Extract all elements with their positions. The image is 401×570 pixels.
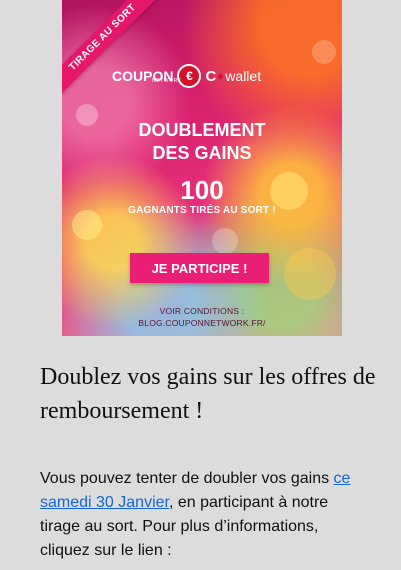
- promo-banner[interactable]: TIRAGE AU SORT COUPON NETWORK € C wallet…: [62, 0, 342, 336]
- dot-icon: [218, 73, 224, 79]
- winners-label: GAGNANTS TIRÉS AU SORT !: [128, 205, 276, 216]
- couponnetwork-logo: COUPON NETWORK € C wallet: [112, 62, 312, 90]
- bokeh-decoration: [312, 40, 336, 64]
- bokeh-decoration: [284, 248, 336, 300]
- promo-headline-line-1: DOUBLEMENT: [138, 120, 266, 140]
- participate-button[interactable]: JE PARTICIPE !: [130, 253, 269, 283]
- article-body: Vous pouvez tenter de doubler vos gains …: [40, 467, 370, 563]
- winners-count: 100: [180, 175, 224, 205]
- logo-network-text: NETWORK: [152, 78, 182, 84]
- logo-wallet-text: wallet: [225, 68, 262, 84]
- conditions-url: BLOG.COUPONNETWORK.FR/: [138, 318, 266, 328]
- logo-c-text: C: [205, 67, 217, 85]
- conditions-label: VOIR CONDITIONS :: [159, 306, 245, 316]
- article-title: Doublez vos gains sur les offres de remb…: [40, 364, 376, 424]
- bokeh-decoration: [212, 228, 238, 254]
- euro-icon: €: [177, 64, 202, 88]
- promo-headline-line-2: DES GAINS: [152, 143, 252, 163]
- body-text-start: Vous pouvez tenter de doubler vos gains: [40, 470, 334, 487]
